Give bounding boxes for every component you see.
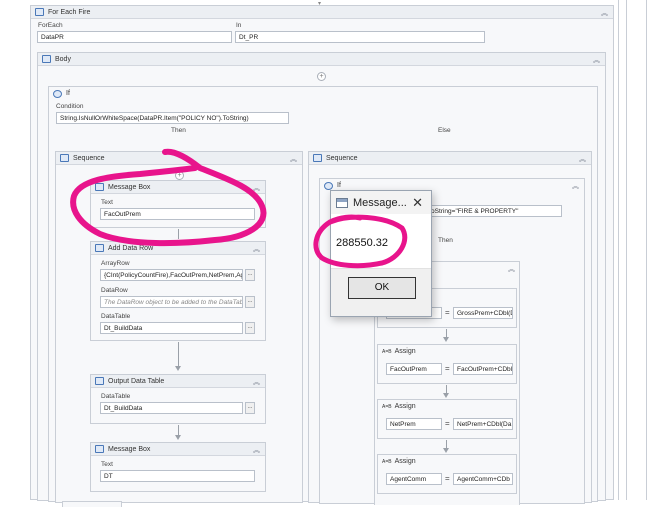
annotation-scribble [70, 148, 267, 247]
annotation-circle [313, 214, 408, 269]
next-activity-stub [62, 501, 122, 507]
annotation-overlay [70, 148, 408, 269]
